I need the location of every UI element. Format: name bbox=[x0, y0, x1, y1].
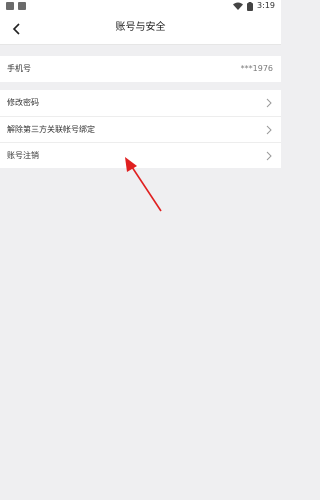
change-password-row[interactable]: 修改密码 bbox=[0, 90, 281, 116]
system-indicators: 3:19 bbox=[233, 1, 275, 11]
wifi-icon bbox=[233, 2, 244, 10]
notification-icons bbox=[6, 2, 26, 10]
phone-section: 手机号 ***1976 bbox=[0, 56, 281, 82]
battery-icon bbox=[247, 1, 254, 11]
delete-account-label: 账号注销 bbox=[7, 150, 39, 160]
title-bar: 账号与安全 bbox=[0, 14, 281, 45]
phone-number-value: ***1976 bbox=[240, 64, 273, 73]
phone-number-row: 手机号 ***1976 bbox=[0, 56, 281, 82]
unbind-third-party-label: 解除第三方关联帐号绑定 bbox=[7, 124, 95, 134]
clock: 3:19 bbox=[257, 1, 275, 10]
change-password-label: 修改密码 bbox=[7, 98, 39, 107]
chevron-right-icon bbox=[266, 98, 272, 108]
delete-account-row[interactable]: 账号注销 bbox=[0, 142, 281, 168]
chevron-right-icon bbox=[266, 125, 272, 134]
notification-icon bbox=[18, 2, 26, 10]
page-title: 账号与安全 bbox=[115, 22, 166, 33]
chevron-right-icon bbox=[266, 151, 272, 160]
settings-list: 修改密码 解除第三方关联帐号绑定 账号注销 bbox=[0, 90, 281, 168]
unbind-third-party-row[interactable]: 解除第三方关联帐号绑定 bbox=[0, 116, 281, 142]
status-bar: 3:19 bbox=[0, 0, 281, 14]
phone-number-label: 手机号 bbox=[7, 64, 31, 73]
notification-icon bbox=[6, 2, 14, 10]
